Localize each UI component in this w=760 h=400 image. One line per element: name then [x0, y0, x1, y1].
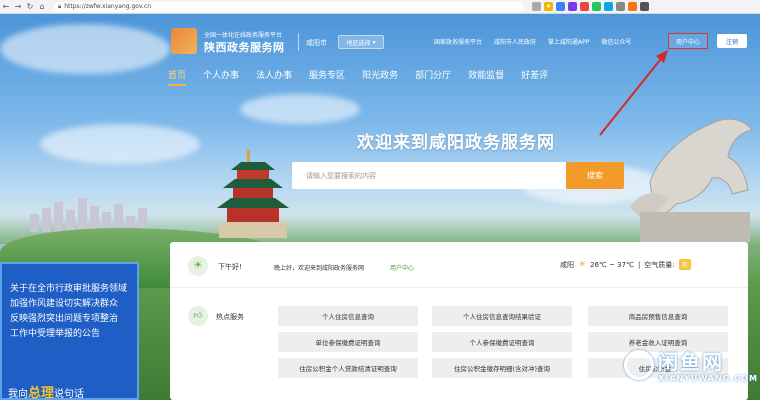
hero-title: 欢迎来到咸阳政务服务网	[357, 133, 555, 153]
hot-service-item[interactable]: 个人参保缴费证明查询	[432, 332, 572, 352]
watermark-main: 闲鱼网	[658, 350, 724, 374]
hot-service-item[interactable]: 住房公积金缴存明细(含对冲)查询	[432, 358, 572, 378]
extension-icon[interactable]	[568, 2, 577, 11]
nav-item-home[interactable]: 首页	[168, 68, 187, 86]
extension-icon[interactable]	[580, 2, 589, 11]
star-icon[interactable]: ★	[544, 2, 553, 11]
url-text: https://zwfw.xianyang.gov.cn	[64, 3, 152, 10]
banner-foot-highlight: 总理	[28, 386, 55, 400]
profile-icon[interactable]	[640, 2, 649, 11]
divider: |	[637, 260, 641, 269]
platform-line: 全国一体化在线政务服务平台	[204, 32, 283, 39]
watermark-sub: XIANYUWANG.COM	[658, 374, 758, 383]
chevron-down-icon: ▾	[372, 38, 376, 46]
banner-text: 关于在全市行政审批服务领域 加强作风建设切实解决群众 反映强烈突出问题专项整治 …	[10, 282, 138, 342]
extension-icon[interactable]	[592, 2, 601, 11]
nav-item-personal[interactable]: 个人办事	[203, 68, 239, 86]
weather-city: 咸阳	[560, 260, 574, 269]
search-button[interactable]: 搜索	[566, 162, 624, 189]
address-bar[interactable]: 🔒︎ https://zwfw.xianyang.gov.cn	[54, 1, 524, 12]
sun-icon: ☀	[188, 256, 208, 276]
air-quality-label: 空气质量:	[644, 260, 675, 269]
extension-icon[interactable]	[628, 2, 637, 11]
hot-service-item[interactable]: 商品房预售信息查询	[588, 306, 728, 326]
banner-foot-post: 说句话	[54, 389, 85, 400]
hot-service-item[interactable]: 个人住房信息查询结果验证	[432, 306, 572, 326]
pagoda-image	[217, 150, 289, 238]
current-city: 咸阳市	[306, 39, 327, 47]
home-icon[interactable]: ⌂	[36, 2, 48, 11]
main-nav: 首页 个人办事 法人办事 服务专区 阳光政务 部门分厅 效能监督 好差评	[168, 68, 565, 86]
nav-item-supervision[interactable]: 效能监督	[468, 68, 504, 86]
reload-icon[interactable]: ↻	[24, 2, 36, 11]
region-select-button[interactable]: 地区选择 ▾	[338, 35, 384, 49]
top-link[interactable]: 掌上咸阳通APP	[548, 37, 589, 46]
search-input[interactable]: 请输入您要搜索的内容	[292, 162, 566, 189]
banner-line: 工作中受理举报的公告	[10, 329, 101, 339]
site-name[interactable]: 陕西政务服务网	[204, 39, 285, 55]
watermark: 闲鱼网 XIANYUWANG.COM	[618, 344, 758, 394]
nav-item-special[interactable]: 服务专区	[309, 68, 345, 86]
top-link[interactable]: 咸阳市人民政府	[494, 37, 536, 46]
extension-icon[interactable]	[604, 2, 613, 11]
report-notice-banner[interactable]: 关于在全市行政审批服务领域 加强作风建设切实解决群众 反映强烈突出问题专项整治 …	[0, 262, 139, 400]
user-center-link[interactable]: 用户中心	[668, 33, 708, 49]
hot-service-item[interactable]: 单位参保缴费证明查询	[278, 332, 418, 352]
nav-item-corporate[interactable]: 法人办事	[256, 68, 292, 86]
temperature: 26℃ ~ 37℃	[590, 260, 634, 269]
hot-services-label: 热点服务	[216, 313, 244, 321]
welcome-text: 晚上好，欢迎来到咸阳政务服务网	[274, 265, 365, 272]
top-link[interactable]: 微信公众号	[601, 37, 631, 46]
hot-service-item[interactable]: 住房公积金个人贷款结清证明查询	[278, 358, 418, 378]
thumbs-up-icon: 👍︎	[188, 306, 208, 326]
banner-foot-pre: 我向	[8, 389, 28, 400]
banner-line: 关于在全市行政审批服务领域	[10, 284, 128, 294]
nav-item-transparency[interactable]: 阳光政务	[362, 68, 398, 86]
site-logo[interactable]	[171, 28, 197, 54]
nav-item-departments[interactable]: 部门分厅	[415, 68, 451, 86]
extension-icon[interactable]	[556, 2, 565, 11]
weather-widget: 咸阳 ☀ 26℃ ~ 37℃ | 空气质量: 良	[560, 259, 691, 270]
greeting-text: 下午好!	[218, 263, 242, 271]
extension-bar: ★	[532, 2, 649, 11]
watermark-logo-icon	[624, 350, 654, 380]
banner-line: 反映强烈突出问题专项整治	[10, 314, 119, 324]
banner-line: 加强作风建设切实解决群众	[10, 299, 119, 309]
extension-icon[interactable]	[616, 2, 625, 11]
extension-icon[interactable]	[532, 2, 541, 11]
region-select-label: 地区选择	[346, 39, 371, 47]
logout-button[interactable]: 注销	[717, 34, 747, 48]
hot-service-item[interactable]: 个人住房信息查询	[278, 306, 418, 326]
lock-icon: 🔒︎	[58, 2, 62, 10]
top-links: 国家政务服务平台 咸阳市人民政府 掌上咸阳通APP 微信公众号	[434, 37, 631, 46]
greeting-row: ☀ 下午好! 晚上好，欢迎来到咸阳政务服务网 用户中心 咸阳 ☀ 26℃ ~ 3…	[170, 242, 748, 288]
banner-footer: 我向总理说句话	[8, 382, 84, 400]
air-quality-badge: 良	[678, 259, 691, 270]
nav-item-rating[interactable]: 好差评	[521, 68, 548, 86]
browser-toolbar: ← → ↻ ⌂ 🔒︎ https://zwfw.xianyang.gov.cn …	[0, 0, 760, 14]
weather-sun-icon: ☀	[578, 259, 587, 270]
user-center-inline-link[interactable]: 用户中心	[390, 263, 414, 272]
back-icon[interactable]: ←	[0, 2, 12, 11]
top-link[interactable]: 国家政务服务平台	[434, 37, 482, 46]
forward-icon[interactable]: →	[12, 2, 24, 11]
divider	[298, 33, 299, 51]
